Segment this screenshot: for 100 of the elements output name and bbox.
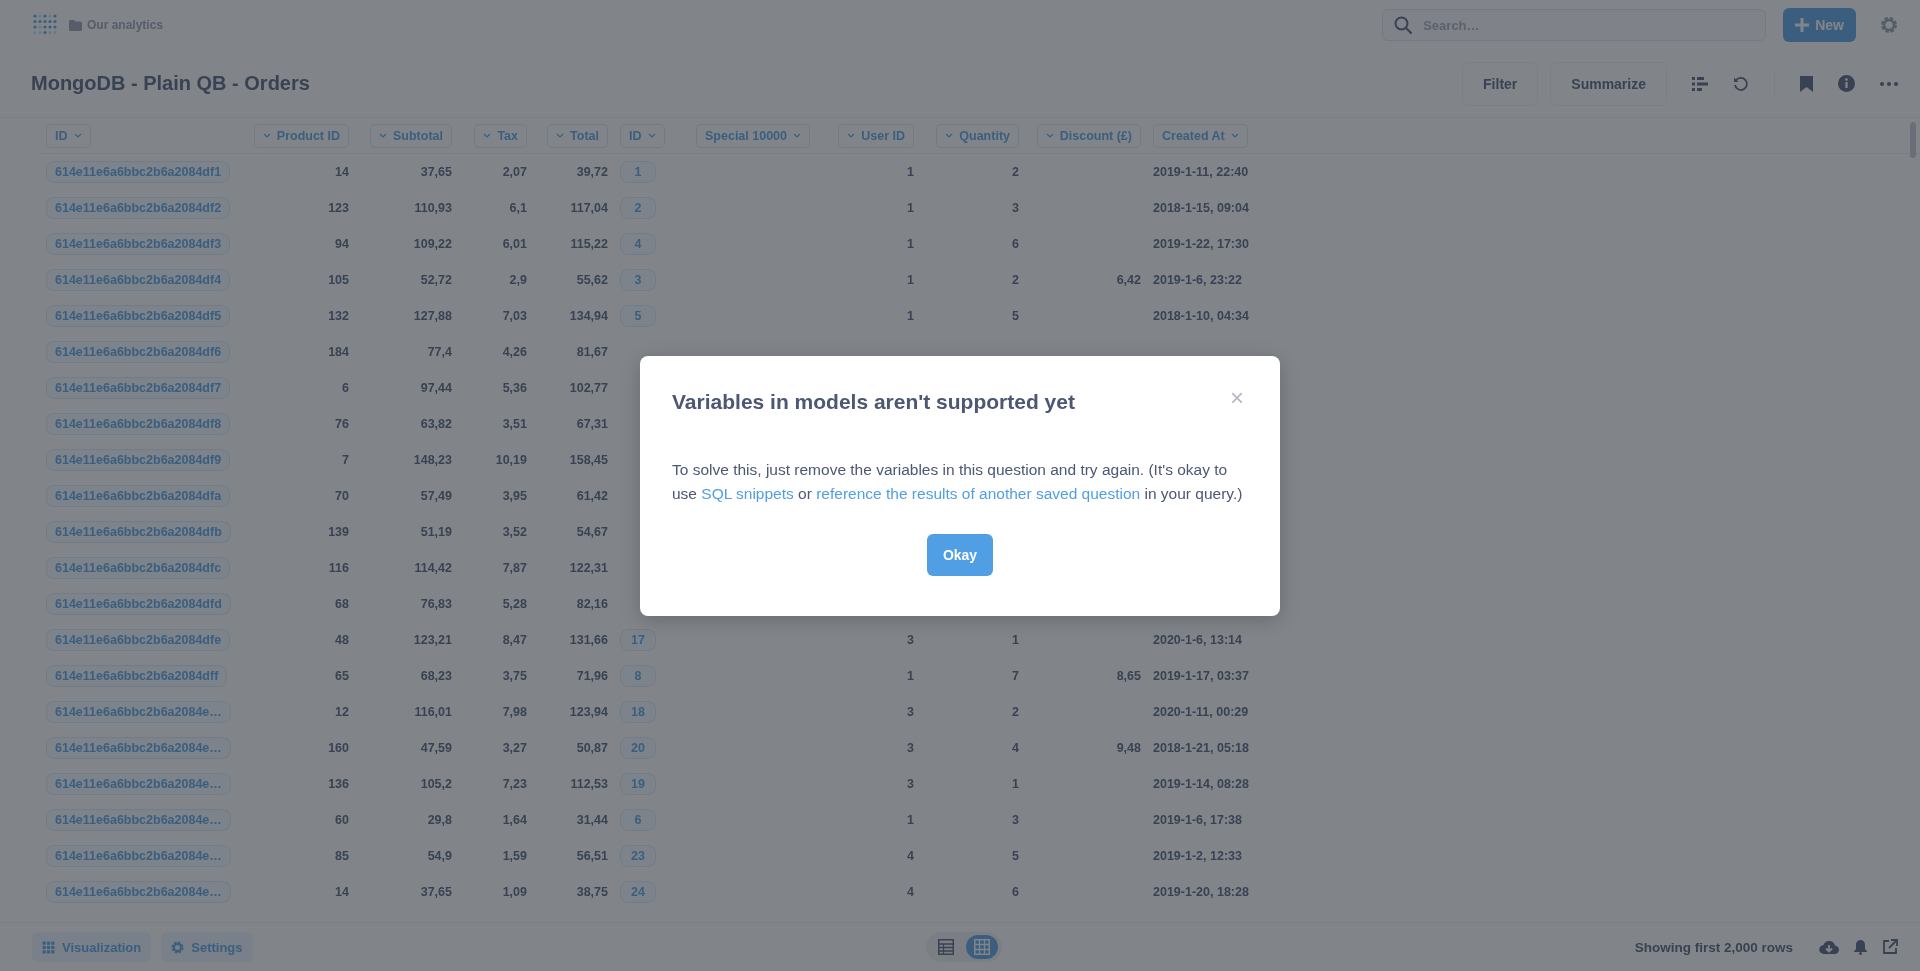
info-icon[interactable] [1838,75,1855,92]
column-header[interactable]: Discount (£) [1036,123,1141,148]
id-link[interactable]: 614e11e6a6bbc2b6a2084df6 [46,341,231,363]
more-icon[interactable] [1880,81,1898,86]
table-cell: 29,8 [427,813,452,827]
id-link[interactable]: 4 [620,233,656,255]
list-icon[interactable] [1692,76,1708,91]
link[interactable]: reference the results of another saved question [816,484,1141,502]
column-header[interactable]: ID [620,123,665,148]
column-header[interactable]: Subtotal [370,123,452,148]
caret-icon [73,133,82,138]
id-link[interactable]: 6 [620,809,656,831]
close-button[interactable]: × [1226,385,1248,410]
id-link[interactable]: 614e11e6a6bbc2b6a2084dfe [46,629,231,651]
caret-icon [556,133,565,138]
id-link[interactable]: 614e11e6a6bbc2b6a2084df2 [46,197,231,219]
dialog-message: To solve this, just remove the variables in this question and try again. (It's okay to use SQL snippets or reference the results of another saved question in your query.) [672,459,1244,504]
search-icon [1394,16,1413,34]
id-link[interactable]: 23 [620,845,656,867]
id-link[interactable]: 614e11e6a6bbc2b6a2084e… [46,737,231,759]
summarize-button[interactable]: Summarize [1550,61,1667,106]
id-link[interactable]: 614e11e6a6bbc2b6a2084e… [46,845,231,867]
column-header[interactable]: ID [46,123,91,148]
table-cell: 123 [328,201,349,215]
id-link[interactable]: 614e11e6a6bbc2b6a2084e… [46,809,231,831]
id-link[interactable]: 614e11e6a6bbc2b6a2084df9 [46,449,231,471]
id-link[interactable]: 614e11e6a6bbc2b6a2084dff [46,665,228,687]
table-cell: 122,31 [569,561,608,575]
column-header[interactable]: Special 10000 [696,123,810,148]
id-link[interactable]: 614e11e6a6bbc2b6a2084e… [46,773,231,795]
caret-icon [262,133,271,138]
id-link[interactable]: 614e11e6a6bbc2b6a2084df4 [46,269,231,291]
gear-icon [171,940,185,954]
okay-button[interactable]: Okay [926,533,994,576]
table-cell: 2020-1-6, 13:14 [1153,633,1242,647]
table-cell: 139 [328,525,349,539]
table-cell: 2019-1-20, 18:28 [1153,885,1249,899]
table-cell: 14 [335,165,349,179]
table-cell: 1 [1012,633,1019,647]
table-cell: 3 [907,777,914,791]
new-button[interactable]: New [1783,8,1856,42]
external-link-icon[interactable] [1882,939,1898,955]
column-header[interactable]: Product ID [253,123,349,148]
table-cell: 1 [907,309,914,323]
id-link[interactable]: 18 [620,701,656,723]
table-cell: 7,98 [502,705,527,719]
table-cell: 2018-1-21, 05:18 [1153,741,1249,755]
table-cell: 131,66 [569,633,608,647]
table-cell: 97,44 [420,381,452,395]
column-header[interactable]: User ID [838,123,914,148]
id-link[interactable]: 614e11e6a6bbc2b6a2084e… [46,701,231,723]
id-link[interactable]: 614e11e6a6bbc2b6a2084df7 [46,377,231,399]
id-link[interactable]: 20 [620,737,656,759]
grid-icon [42,940,55,954]
column-header[interactable]: Created At [1153,123,1248,148]
link[interactable]: SQL snippets [701,484,794,502]
table-cell: 5 [1012,849,1019,863]
settings-button[interactable]: Settings [161,932,253,962]
visualization-button[interactable]: Visualization [32,932,152,962]
column-header[interactable]: Quantity [936,123,1019,148]
bookmark-icon[interactable] [1800,75,1813,92]
id-link[interactable]: 8 [620,665,656,687]
table-cell: 123,21 [413,633,452,647]
id-link[interactable]: 614e11e6a6bbc2b6a2084df3 [46,233,231,255]
bell-icon[interactable] [1853,939,1868,955]
id-link[interactable]: 1 [620,161,656,183]
grid-view-toggle[interactable] [965,935,998,959]
id-link[interactable]: 614e11e6a6bbc2b6a2084df5 [46,305,231,327]
table-cell: 2020-1-11, 00:29 [1153,705,1249,719]
table-cell: 2019-1-6, 17:38 [1153,813,1242,827]
download-icon[interactable] [1819,939,1839,955]
table-cell: 8,47 [502,633,527,647]
id-link[interactable]: 17 [620,629,656,651]
column-header[interactable]: Tax [474,123,527,148]
id-link[interactable]: 614e11e6a6bbc2b6a2084dfa [46,485,231,507]
row-count: Showing first 2,000 rows [1634,939,1793,955]
id-link[interactable]: 5 [620,305,656,327]
caret-icon [793,133,801,138]
settings-icon[interactable] [1880,16,1898,34]
id-link[interactable]: 3 [620,269,656,291]
id-link[interactable]: 614e11e6a6bbc2b6a2084df1 [46,161,231,183]
id-link[interactable]: 614e11e6a6bbc2b6a2084e… [46,881,231,903]
table-cell: 14 [335,885,349,899]
table-cell: 77,4 [427,345,452,359]
id-link[interactable]: 614e11e6a6bbc2b6a2084dfb [46,521,231,543]
id-link[interactable]: 614e11e6a6bbc2b6a2084dfc [46,557,231,579]
table-cell: 105,2 [420,777,452,791]
id-link[interactable]: 24 [620,881,656,903]
table-cell: 52,72 [420,273,452,287]
table-cell: 2019-1-14, 08:28 [1153,777,1249,791]
table-cell: 2019-1-17, 03:37 [1153,669,1249,683]
logo-icon[interactable] [33,14,57,36]
id-link[interactable]: 614e11e6a6bbc2b6a2084df8 [46,413,231,435]
id-link[interactable]: 19 [620,773,656,795]
id-link[interactable]: 614e11e6a6bbc2b6a2084dfd [46,593,231,615]
refresh-icon[interactable] [1733,75,1749,92]
id-link[interactable]: 2 [620,197,656,219]
column-header[interactable]: Total [547,123,608,148]
table-cell: 63,82 [420,417,452,431]
filter-button[interactable]: Filter [1462,61,1539,106]
